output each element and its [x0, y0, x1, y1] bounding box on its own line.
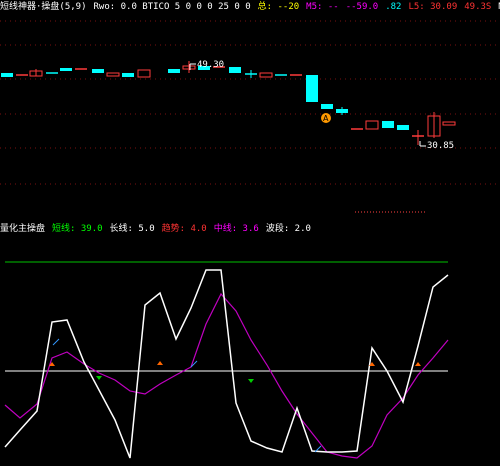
- mid-legend-item: 短线: 39.0: [52, 224, 103, 234]
- candle: [1, 73, 13, 77]
- down-arrow-icon: [96, 376, 102, 380]
- candle: [365, 120, 379, 130]
- candle: [60, 68, 72, 71]
- short-term-line: [4, 269, 449, 459]
- candlestick-series: [1, 61, 456, 145]
- candle: [168, 69, 180, 73]
- candle: [106, 72, 120, 77]
- diagonal-arrow-icon: [52, 338, 60, 346]
- diagonal-arrow-icon: [314, 445, 322, 453]
- candle: [397, 125, 409, 130]
- mid-legend-item: 波段: 2.0: [265, 224, 311, 234]
- diagonal-arrow-icon: [190, 360, 198, 368]
- candle: [259, 72, 273, 78]
- candle: [122, 73, 134, 77]
- low-price-callout: 30.85: [419, 141, 454, 151]
- candle: [442, 121, 456, 126]
- mid-legend-item: 中线: 3.6: [213, 224, 259, 234]
- buy-signal-label: A: [323, 114, 329, 123]
- mid-legend-item: 量化主操盘: [0, 224, 46, 234]
- low-price-label: 30.85: [427, 141, 454, 151]
- candle: [92, 69, 104, 73]
- mid-legend-item: 趋势: 4.0: [161, 224, 207, 234]
- medium-term-line: [4, 292, 449, 459]
- buy-signal-marker: A: [321, 113, 331, 123]
- price-grid-lines: [0, 20, 500, 213]
- up-arrow-icon: [49, 362, 55, 366]
- up-arrow-icon: [369, 362, 375, 366]
- mid-legend-item: 长线: 5.0: [109, 224, 155, 234]
- price-candlestick-panel[interactable]: 49.30 30.85 A: [0, 0, 500, 220]
- candle: [137, 69, 151, 78]
- up-arrow-icon: [415, 362, 421, 366]
- candle: [321, 104, 333, 109]
- indicator-legend: 量化主操盘 短线: 39.0 长线: 5.0 趋势: 4.0 中线: 3.6 波段: 2.…: [0, 223, 500, 235]
- up-arrow-icon: [157, 361, 163, 365]
- high-price-label: 49.30: [197, 60, 224, 70]
- candle: [229, 67, 241, 73]
- down-arrow-icon: [248, 379, 254, 383]
- candle: [382, 121, 394, 128]
- signal-markers: [49, 338, 421, 453]
- candle: [306, 75, 318, 102]
